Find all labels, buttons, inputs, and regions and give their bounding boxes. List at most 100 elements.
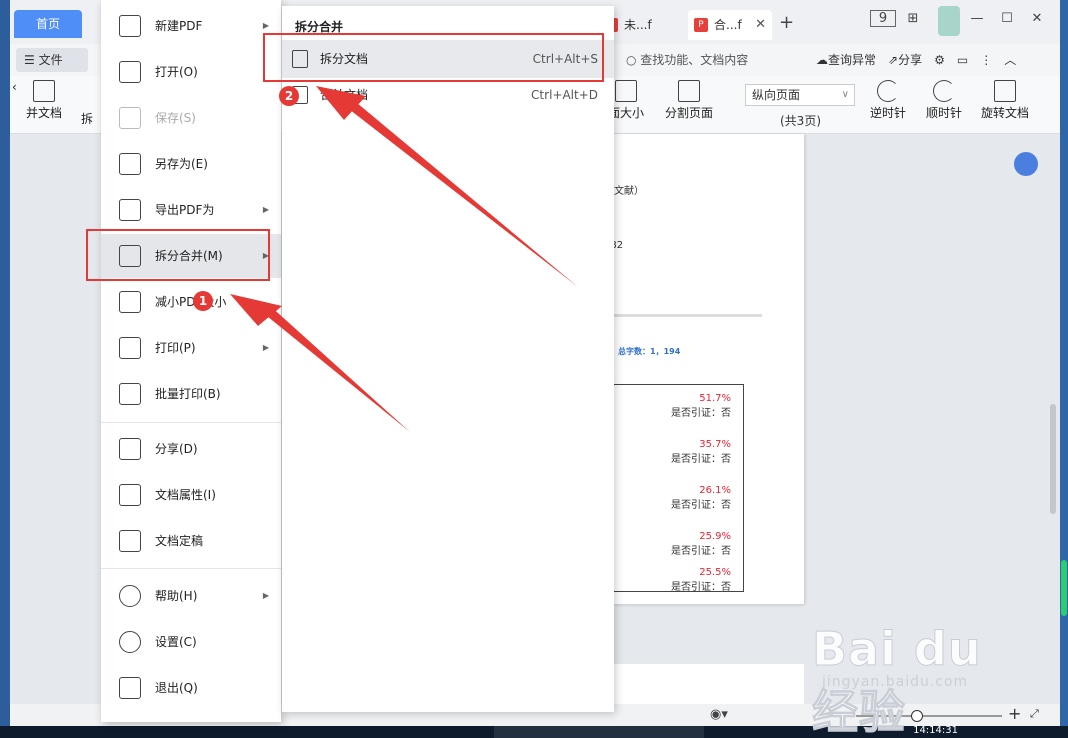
- tab-doc-2-label: 合...f: [714, 18, 742, 32]
- pdf-file-icon: P: [694, 18, 708, 32]
- grid-view-icon[interactable]: ⊞: [900, 11, 926, 26]
- desktop-left-edge: [0, 0, 10, 738]
- more-icon[interactable]: ⋮: [980, 50, 992, 70]
- query-error-label: 查询异常: [828, 53, 877, 67]
- print-icon: [119, 337, 141, 359]
- similarity-percent: 25.9%: [699, 531, 731, 542]
- page-count: (共3页): [780, 114, 821, 128]
- file-menu-item[interactable]: 文档定稿: [101, 519, 281, 563]
- rotate-cw-icon: [933, 80, 955, 102]
- rotate-cw-button[interactable]: 顺时针: [922, 80, 966, 121]
- pdf-app-window: 首页 P 未...f P 合...f ✕ + 9 ⊞ — ☐ ✕ ☰ 文件 ○ …: [10, 0, 1060, 726]
- new-tab-icon[interactable]: +: [779, 12, 794, 33]
- help-icon: [119, 585, 141, 607]
- file-menu-item[interactable]: 减小PDF大小: [101, 280, 281, 324]
- menu-separator: [101, 568, 281, 569]
- split-page-label: 分割页面: [664, 106, 713, 120]
- split-page-button[interactable]: 分割页面: [662, 80, 716, 121]
- file-menu-item[interactable]: 批量打印(B): [101, 372, 281, 416]
- file-menu-item[interactable]: 打印(P) ▶: [101, 326, 281, 370]
- menu-separator: [101, 422, 281, 423]
- split-doc-button-partial[interactable]: 拆: [80, 110, 94, 127]
- file-menu-item-label: 打印(P): [155, 341, 196, 355]
- rotate-ccw-icon: [877, 80, 899, 102]
- gear-icon[interactable]: ⚙: [934, 50, 945, 70]
- close-tab-icon[interactable]: ✕: [755, 10, 766, 40]
- file-menu-item-label: 文档属性(I): [155, 488, 216, 502]
- query-error-button[interactable]: ☁查询异常: [816, 50, 876, 70]
- similarity-row: 25.5% 是否引证：否: [671, 567, 731, 593]
- annotation-step-2: 2: [279, 86, 299, 106]
- share-icon: ⇗: [888, 53, 899, 67]
- annotation-step-1: 1: [193, 291, 213, 311]
- rotate-ccw-label: 逆时针: [869, 106, 906, 120]
- share-button[interactable]: ⇗分享: [888, 50, 922, 70]
- file-menu-button[interactable]: ☰ 文件: [16, 48, 88, 72]
- file-menu-item[interactable]: 设置(C): [101, 620, 281, 664]
- file-menu-item[interactable]: 新建PDF ▶: [101, 4, 281, 48]
- chevron-right-icon: ▶: [262, 343, 269, 352]
- close-window-icon[interactable]: ✕: [1024, 11, 1050, 26]
- file-menu-item[interactable]: 导出PDF为 ▶: [101, 188, 281, 232]
- citation-status: 是否引证：否: [671, 546, 731, 557]
- save-as-icon: [119, 153, 141, 175]
- file-menu-item[interactable]: 另存为(E): [101, 142, 281, 186]
- compress-icon: [119, 291, 141, 313]
- file-menu-item[interactable]: 文档属性(I): [101, 473, 281, 517]
- citation-status: 是否引证：否: [671, 454, 731, 465]
- file-menu-item-label: 设置(C): [155, 635, 197, 649]
- file-menu-item[interactable]: 分享(D): [101, 427, 281, 471]
- desktop-right-edge: [1060, 0, 1068, 738]
- rotate-doc-button[interactable]: 旋转文档: [978, 80, 1032, 121]
- chevron-up-icon[interactable]: ︿: [1004, 50, 1016, 70]
- view-mode-value: 纵向页面: [752, 88, 801, 102]
- cloud-icon: ☁: [816, 53, 828, 67]
- save-icon: [119, 107, 141, 129]
- merge-doc-label: 合并文档: [320, 88, 369, 102]
- file-menu-item-label: 减小PDF大小: [155, 295, 227, 309]
- search-input[interactable]: ○ 查找功能、文档内容: [626, 50, 748, 70]
- file-menu-item-label: 保存(S): [155, 111, 196, 125]
- finalize-icon: [119, 530, 141, 552]
- taskbar-app-button[interactable]: [494, 726, 704, 738]
- file-menu-item[interactable]: 退出(Q): [101, 666, 281, 710]
- minimize-icon[interactable]: —: [964, 11, 990, 26]
- baidu-watermark: Bai du 经验 jingyan.baidu.com: [812, 622, 1032, 738]
- similarity-row: 51.7% 是否引证：否: [671, 393, 731, 419]
- tab-count-icon[interactable]: 9: [870, 10, 896, 27]
- ribbon-scroll-left[interactable]: ‹: [12, 80, 17, 94]
- file-menu-item[interactable]: 打开(O): [101, 50, 281, 94]
- document-page: 考文献） 482 总字数：1，194 51.7% 是否引证：否 35.7% 是否…: [592, 134, 804, 604]
- word-count: 总字数：1，194: [618, 347, 681, 356]
- vertical-scrollbar[interactable]: [1048, 134, 1058, 704]
- tab-doc-2[interactable]: P 合...f ✕: [688, 10, 772, 40]
- similarity-table: 51.7% 是否引证：否 35.7% 是否引证：否 26.1% 是否引证：否 2…: [602, 384, 744, 593]
- floating-tool-icon[interactable]: [1014, 152, 1038, 176]
- exit-icon: [119, 677, 141, 699]
- rotate-doc-label: 旋转文档: [980, 106, 1029, 120]
- scrollbar-thumb[interactable]: [1050, 404, 1056, 514]
- similarity-percent: 51.7%: [699, 393, 731, 404]
- eye-icon[interactable]: ◉▾: [710, 707, 728, 722]
- maximize-icon[interactable]: ☐: [994, 11, 1020, 26]
- split-page-icon: [678, 80, 700, 102]
- comment-icon[interactable]: ▭: [957, 50, 968, 70]
- chevron-down-icon: ∨: [841, 89, 849, 100]
- rotate-cw-label: 顺时针: [925, 106, 962, 120]
- page-size-icon: [615, 80, 637, 102]
- merge-doc-button[interactable]: 并文档: [24, 80, 64, 121]
- share-icon: [119, 438, 141, 460]
- view-mode-select[interactable]: 纵向页面 ∨: [745, 84, 855, 106]
- merge-doc-label: 并文档: [25, 106, 62, 120]
- settings-icon: [119, 631, 141, 653]
- rotate-ccw-button[interactable]: 逆时针: [866, 80, 910, 121]
- file-menu-item[interactable]: 帮助(H) ▶: [101, 574, 281, 618]
- file-menu-item[interactable]: 保存(S): [101, 96, 281, 140]
- similarity-percent: 35.7%: [699, 439, 731, 450]
- chevron-right-icon: ▶: [262, 205, 269, 214]
- batch-print-icon: [119, 383, 141, 405]
- file-menu: 新建PDF ▶ 打开(O) 保存(S) 另存为(E) 导出PDF为 ▶ 拆分合并(M) ▶ 减小P…: [101, 0, 281, 722]
- tab-home[interactable]: 首页: [14, 10, 82, 38]
- top-actions: ☁查询异常 ⇗分享 ⚙ ▭ ⋮ ︿: [816, 50, 1016, 70]
- split-doc-label-partial: 拆: [80, 112, 93, 126]
